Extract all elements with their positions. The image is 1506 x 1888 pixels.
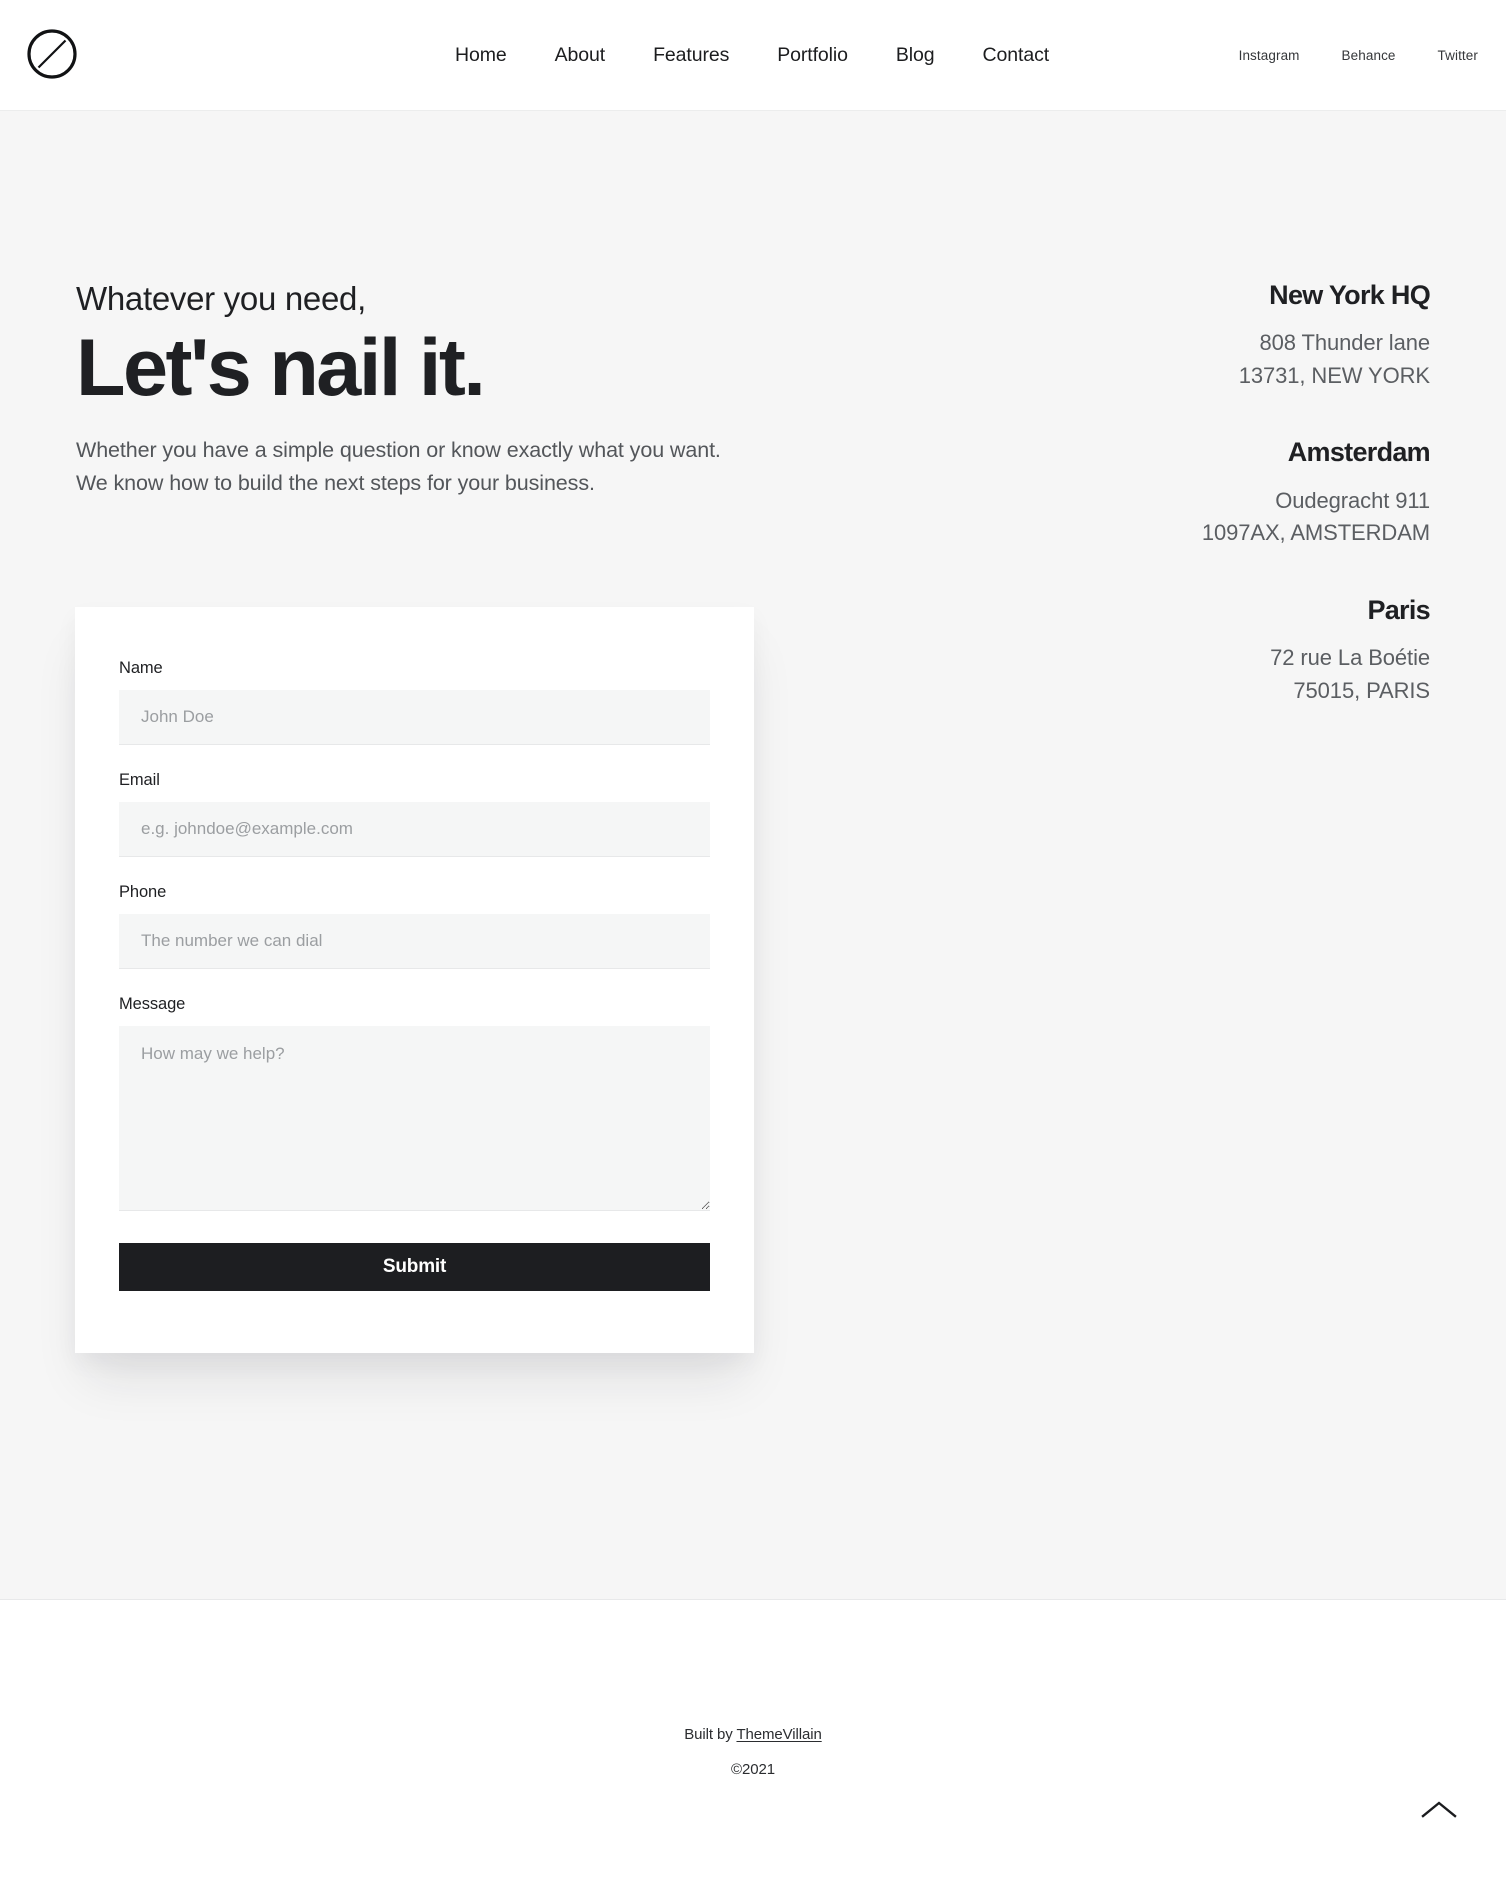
address-line-1: Oudegracht 911 [1275, 487, 1430, 513]
email-input[interactable] [119, 802, 710, 857]
nav-item-portfolio[interactable]: Portfolio [753, 45, 872, 66]
footer-credit-link[interactable]: ThemeVillain [736, 1726, 821, 1743]
address-block-new-york: New York HQ 808 Thunder lane 13731, NEW … [1000, 279, 1431, 392]
office-addresses: New York HQ 808 Thunder lane 13731, NEW … [1000, 279, 1431, 707]
contact-intro: Whatever you need, Let's nail it. Whethe… [76, 279, 776, 501]
field-message: Message [119, 995, 710, 1211]
main-navigation: Home About Features Portfolio Blog Conta… [455, 0, 1073, 111]
contact-form: Name Email Phone Message Submit [75, 607, 754, 1353]
nav-item-about[interactable]: About [531, 45, 629, 66]
address-line-1: 72 rue La Boétie [1270, 645, 1430, 671]
name-label: Name [119, 659, 163, 677]
field-phone: Phone [119, 883, 710, 969]
contact-inner: Whatever you need, Let's nail it. Whethe… [0, 111, 1506, 1599]
chevron-up-icon [1421, 1801, 1457, 1818]
footer-credit: Built by ThemeVillain [0, 1726, 1506, 1743]
address-line-2: 13731, NEW YORK [1238, 362, 1430, 388]
name-input[interactable] [119, 690, 710, 745]
phone-label: Phone [119, 883, 167, 901]
address-line-2: 1097AX, AMSTERDAM [1201, 520, 1430, 546]
address-city: Paris [1367, 594, 1430, 625]
social-navigation: Instagram Behance Twitter [1218, 0, 1478, 111]
address-city: New York HQ [1269, 280, 1431, 310]
submit-button[interactable]: Submit [119, 1243, 710, 1291]
social-link-behance[interactable]: Behance [1321, 49, 1417, 63]
footer-credit-prefix: Built by [684, 1726, 737, 1743]
circle-slash-logo-icon [27, 29, 77, 79]
nav-item-features[interactable]: Features [629, 45, 753, 66]
nav-item-home[interactable]: Home [455, 45, 531, 66]
address-block-amsterdam: Amsterdam Oudegracht 911 1097AX, AMSTERD… [1000, 436, 1431, 549]
brand-logo-link[interactable] [26, 28, 78, 80]
footer-copyright: ©2021 [731, 1761, 775, 1778]
address-line-1: 808 Thunder lane [1259, 330, 1431, 356]
email-label: Email [119, 771, 160, 789]
message-label: Message [119, 995, 186, 1013]
site-footer: Built by ThemeVillain ©2021 [0, 1601, 1506, 1888]
nav-item-blog[interactable]: Blog [872, 45, 959, 66]
scroll-to-top-button[interactable] [1412, 1792, 1466, 1830]
social-link-instagram[interactable]: Instagram [1218, 49, 1321, 63]
nav-item-contact[interactable]: Contact [959, 45, 1074, 66]
address-line-2: 75015, PARIS [1293, 677, 1430, 703]
page-title: Let's nail it. [76, 322, 486, 413]
field-name: Name [119, 659, 710, 745]
contact-section: Whatever you need, Let's nail it. Whethe… [0, 111, 1506, 1600]
phone-input[interactable] [119, 914, 710, 969]
message-textarea[interactable] [119, 1026, 710, 1211]
field-email: Email [119, 771, 710, 857]
site-header: Home About Features Portfolio Blog Conta… [0, 0, 1506, 111]
address-city: Amsterdam [1287, 437, 1431, 468]
social-link-twitter[interactable]: Twitter [1417, 49, 1478, 63]
address-block-paris: Paris 72 rue La Boétie 75015, PARIS [1000, 594, 1431, 707]
contact-eyebrow: Whatever you need, [76, 280, 366, 317]
contact-description: Whether you have a simple question or kn… [76, 438, 721, 496]
contact-page: Home About Features Portfolio Blog Conta… [0, 0, 1506, 1888]
